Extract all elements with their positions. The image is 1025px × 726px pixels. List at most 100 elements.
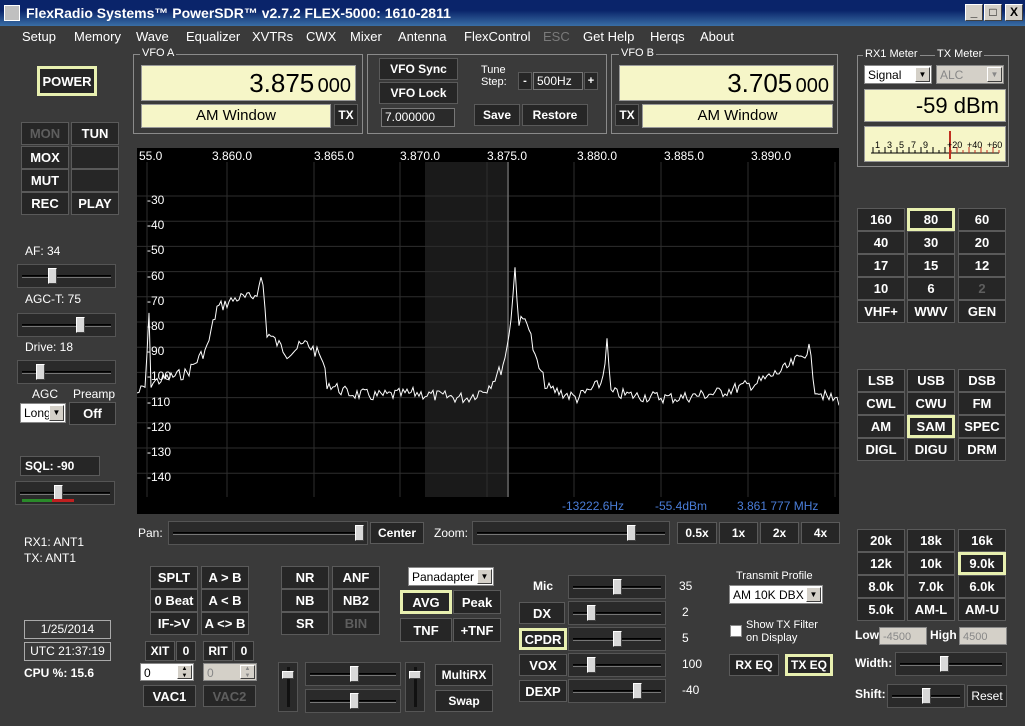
rx1-pan-slider[interactable] [305, 689, 401, 713]
filter-12k[interactable]: 12k [857, 552, 905, 575]
restore-button[interactable]: Restore [522, 104, 588, 126]
cpdr-button[interactable]: CPDR [519, 628, 567, 650]
sql-slider[interactable] [15, 481, 115, 505]
width-slider[interactable] [895, 652, 1007, 676]
rx1-volume-slider[interactable] [305, 662, 401, 686]
tune-step-value[interactable]: 500Hz [533, 72, 583, 90]
close-button[interactable]: X [1005, 4, 1023, 21]
swap-ab-button[interactable]: A <> B [201, 612, 249, 635]
sr-button[interactable]: SR [281, 612, 329, 635]
if-to-v-button[interactable]: IF->V [150, 612, 198, 635]
show-tx-filter-checkbox[interactable] [730, 625, 742, 637]
band-60[interactable]: 60 [958, 208, 1006, 231]
mode-lsb[interactable]: LSB [857, 369, 905, 392]
band-6[interactable]: 6 [907, 277, 955, 300]
vfo-b-tx-button[interactable]: TX [615, 104, 639, 126]
minimize-button[interactable]: _ [965, 4, 983, 21]
rx-gain-vslider[interactable] [278, 662, 298, 712]
band-vhf[interactable]: VHF+ [857, 300, 905, 323]
mode-dsb[interactable]: DSB [958, 369, 1006, 392]
filter-am-l[interactable]: AM-L [907, 598, 955, 621]
mode-cwl[interactable]: CWL [857, 392, 905, 415]
band-20[interactable]: 20 [958, 231, 1006, 254]
filter-high-input[interactable]: 4500 [959, 627, 1007, 645]
filter-9k[interactable]: 9.0k [958, 552, 1006, 575]
band-10[interactable]: 10 [857, 277, 905, 300]
tnf-button[interactable]: TNF [400, 618, 452, 642]
vac2-button[interactable]: VAC2 [203, 685, 256, 707]
filter-low-input[interactable]: -4500 [879, 627, 927, 645]
menu-about[interactable]: About [700, 29, 734, 44]
mode-drm[interactable]: DRM [958, 438, 1006, 461]
zoom-2x-button[interactable]: 2x [760, 522, 799, 544]
power-button[interactable]: POWER [37, 66, 97, 96]
vox-slider[interactable] [568, 653, 666, 677]
rx-eq-button[interactable]: RX EQ [729, 654, 779, 676]
vox-button[interactable]: VOX [519, 654, 567, 676]
band-40[interactable]: 40 [857, 231, 905, 254]
peak-button[interactable]: Peak [453, 590, 501, 614]
filter-18k[interactable]: 18k [907, 529, 955, 552]
display-mode-select[interactable]: Panadapter ▼ [408, 567, 494, 586]
mode-cwu[interactable]: CWU [907, 392, 955, 415]
sql-button[interactable]: SQL: -90 [20, 456, 100, 476]
vfo-sync-button[interactable]: VFO Sync [379, 58, 458, 80]
filter-10k[interactable]: 10k [907, 552, 955, 575]
menu-wave[interactable]: Wave [136, 29, 169, 44]
mode-spec[interactable]: SPEC [958, 415, 1006, 438]
agct-slider[interactable] [17, 313, 116, 337]
tx-meter-select[interactable]: ALC ▼ [936, 65, 1004, 84]
mode-am[interactable]: AM [857, 415, 905, 438]
vac1-button[interactable]: VAC1 [143, 685, 196, 707]
tune-step-plus[interactable]: + [584, 72, 598, 90]
mic-slider[interactable] [568, 575, 666, 599]
anf-button[interactable]: ANF [332, 566, 380, 589]
dexp-slider[interactable] [568, 679, 666, 703]
mode-sam[interactable]: SAM [907, 415, 955, 438]
menu-xvtrs[interactable]: XVTRs [252, 29, 293, 44]
nb2-button[interactable]: NB2 [332, 589, 380, 612]
menu-cwx[interactable]: CWX [306, 29, 336, 44]
band-gen[interactable]: GEN [958, 300, 1006, 323]
af-slider[interactable] [17, 264, 116, 288]
shift-slider[interactable] [887, 684, 965, 708]
mode-digl[interactable]: DIGL [857, 438, 905, 461]
add-tnf-button[interactable]: +TNF [453, 618, 501, 642]
play-button[interactable]: PLAY [71, 192, 119, 215]
tun-button[interactable]: TUN [71, 122, 119, 145]
filter-5k[interactable]: 5.0k [857, 598, 905, 621]
tune-step-minus[interactable]: - [518, 72, 532, 90]
agc-select[interactable]: Long ▼ [20, 403, 66, 423]
mode-fm[interactable]: FM [958, 392, 1006, 415]
menu-memory[interactable]: Memory [74, 29, 121, 44]
a-to-b-button[interactable]: A > B [201, 566, 249, 589]
nb-button[interactable]: NB [281, 589, 329, 612]
blank-button-2[interactable] [71, 169, 119, 192]
avg-button[interactable]: AVG [400, 590, 452, 614]
zoom-slider[interactable] [472, 521, 670, 545]
vfo-a-frequency[interactable]: 3.875 000 [141, 65, 356, 101]
menu-mixer[interactable]: Mixer [350, 29, 382, 44]
zoom-0-5x-button[interactable]: 0.5x [677, 522, 717, 544]
multirx-button[interactable]: MultiRX [435, 664, 493, 686]
dexp-button[interactable]: DEXP [519, 680, 567, 702]
band-12[interactable]: 12 [958, 254, 1006, 277]
vfo-b-frequency[interactable]: 3.705 000 [619, 65, 834, 101]
filter-am-u[interactable]: AM-U [958, 598, 1006, 621]
swap-rx-button[interactable]: Swap [435, 690, 493, 712]
transmit-profile-select[interactable]: AM 10K DBX ▼ [729, 585, 823, 604]
vfo-a-tx-button[interactable]: TX [334, 104, 358, 126]
dx-button[interactable]: DX [519, 602, 565, 624]
reset-button[interactable]: Reset [967, 685, 1007, 707]
mut-button[interactable]: MUT [21, 169, 69, 192]
rit-value[interactable]: 0 ▲ ▼ [203, 663, 257, 681]
filter-7k[interactable]: 7.0k [907, 575, 955, 598]
dx-slider[interactable] [568, 601, 666, 625]
menu-equalizer[interactable]: Equalizer [186, 29, 240, 44]
band-80[interactable]: 80 [907, 208, 955, 231]
filter-6k[interactable]: 6.0k [958, 575, 1006, 598]
rec-button[interactable]: REC [21, 192, 69, 215]
zero-beat-button[interactable]: 0 Beat [150, 589, 198, 612]
memory-frequency[interactable]: 7.000000 [381, 108, 455, 127]
b-to-a-button[interactable]: A < B [201, 589, 249, 612]
